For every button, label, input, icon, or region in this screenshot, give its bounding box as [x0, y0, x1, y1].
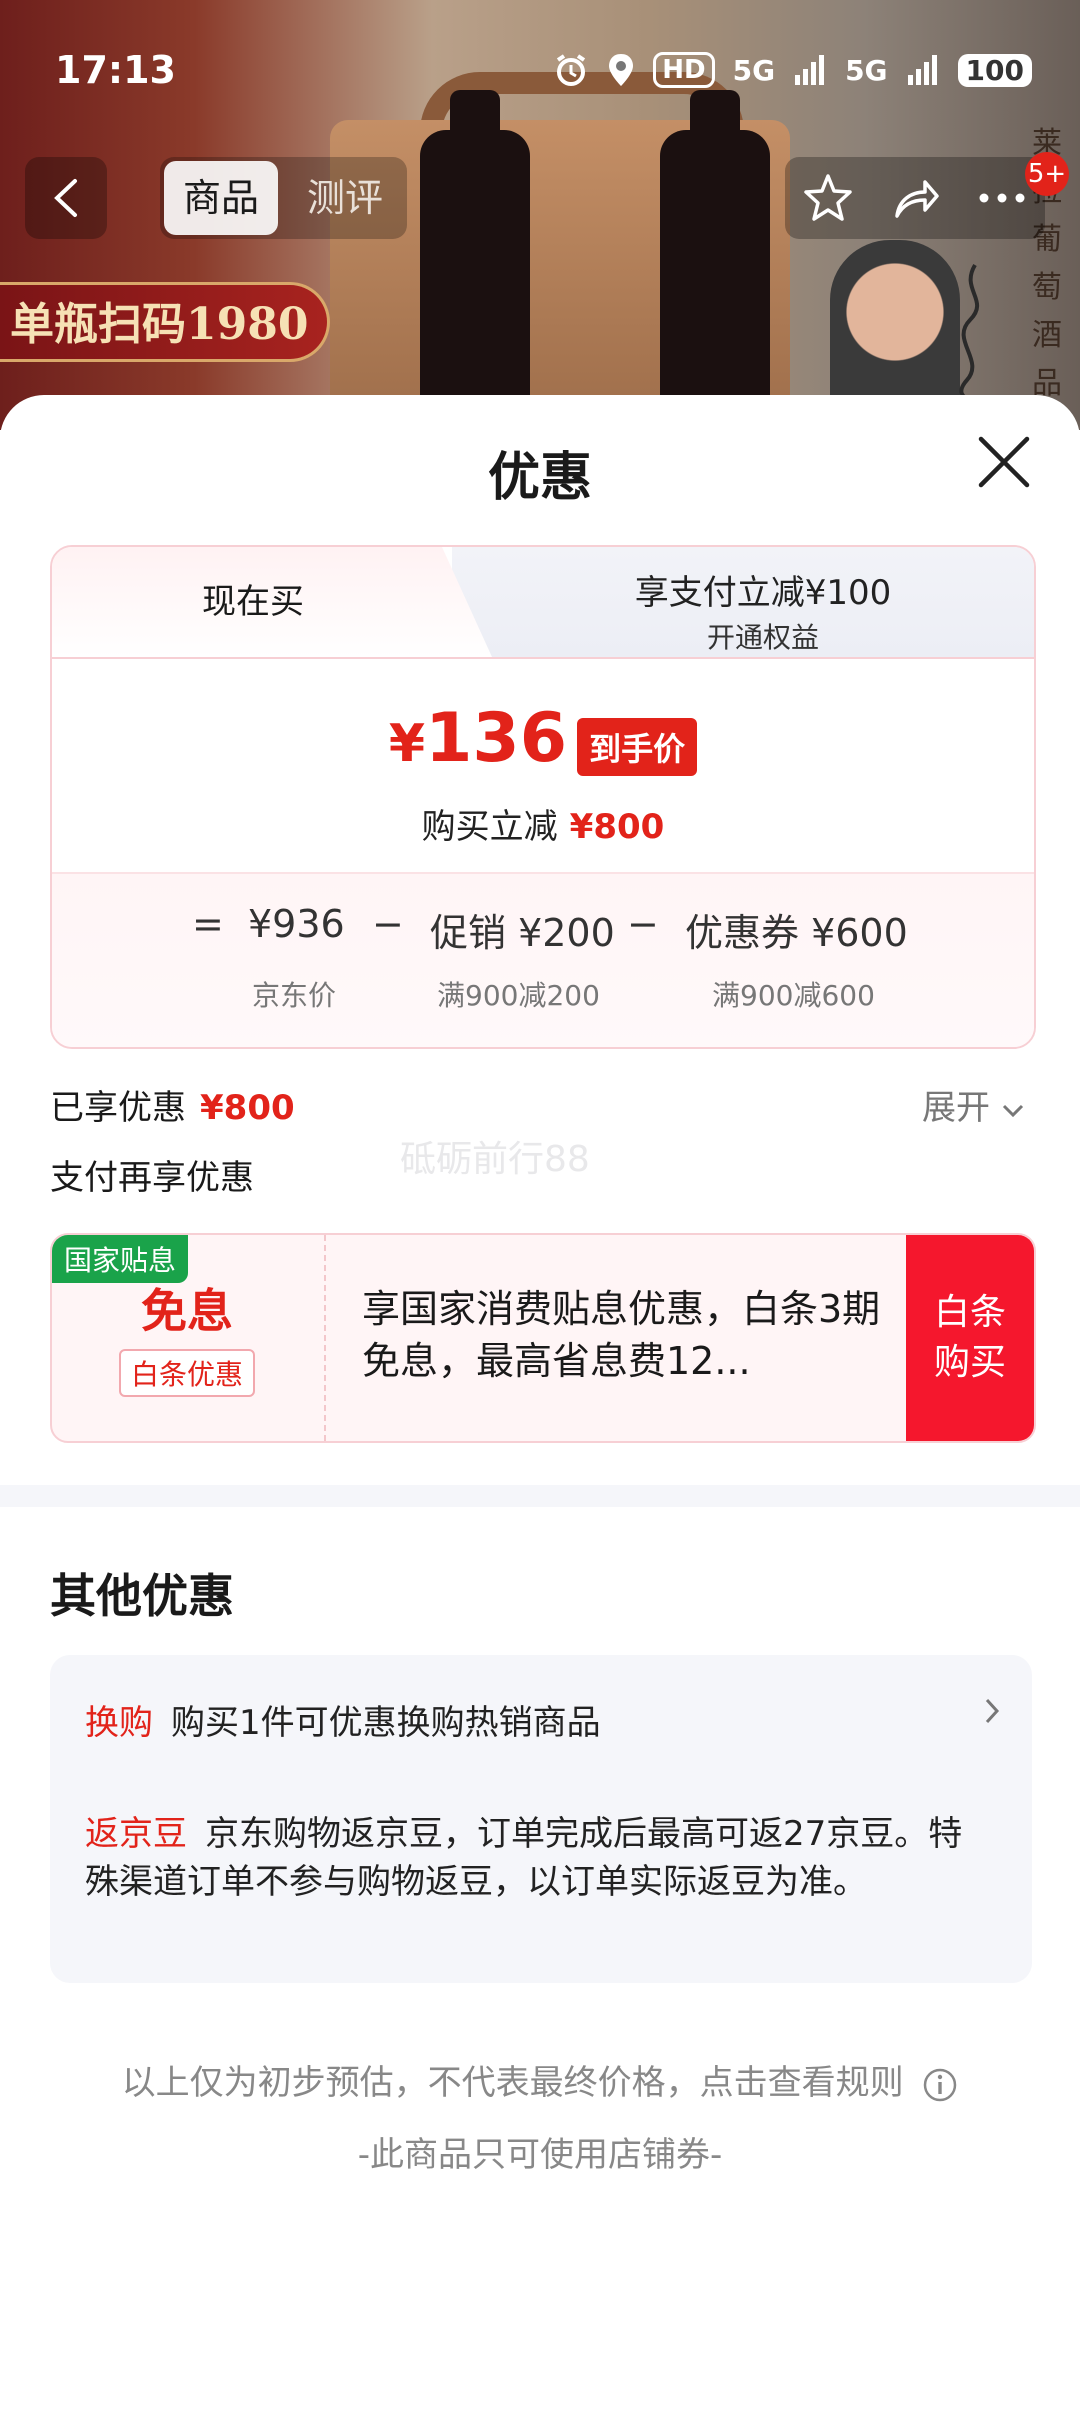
- tab-pay-discount[interactable]: 享支付立减¥100 开通权益: [452, 547, 1034, 657]
- network-5g-2: 5G: [845, 53, 888, 87]
- discount-sheet: 优惠 享支付立减¥100 开通权益 现在买 ¥136 到手价 购买立减 ¥800 =…: [0, 395, 1080, 2412]
- signal-icon: [795, 55, 825, 85]
- location-icon: [609, 54, 634, 86]
- jd-bean-tag: 返京豆: [85, 1814, 187, 1854]
- spokesperson-image: [830, 240, 960, 420]
- disclaimer-text: 以上仅为初步预估，不代表最终价格，点击查看规则: [121, 2063, 904, 2103]
- status-icons: HD 5G 5G 100: [553, 48, 1032, 92]
- tab-review[interactable]: 测评: [290, 161, 400, 235]
- jd-price-label: 京东价: [252, 979, 337, 1012]
- baitiao-buy-button[interactable]: 白条 购买: [906, 1235, 1034, 1441]
- exchange-offer[interactable]: 换购 购买1件可优惠换购热销商品: [85, 1695, 601, 1744]
- price-card: 享支付立减¥100 开通权益 现在买 ¥136 到手价 购买立减 ¥800 = ¥9…: [50, 545, 1036, 1049]
- battery-indicator: 100: [957, 53, 1032, 87]
- promo-rule: 满900减200: [437, 979, 600, 1012]
- coupon-rule: 满900减600: [712, 979, 875, 1012]
- final-price-tag: 到手价: [577, 717, 698, 776]
- page-tabs: 商品 测评: [160, 157, 407, 239]
- other-offers-card: 换购 购买1件可优惠换购热销商品 返京豆 京东购物返京豆，订单完成后最高可返27京豆…: [50, 1655, 1032, 1983]
- jd-bean-offer: 返京豆 京东购物返京豆，订单完成后最高可返27京豆。特殊渠道订单不参与购物返豆，以…: [85, 1810, 985, 1906]
- final-price-area: ¥136 到手价 购买立减 ¥800: [52, 657, 1034, 874]
- wine-bottle: [660, 90, 770, 430]
- price-value: 136: [425, 699, 568, 778]
- promo-discount: 促销 ¥200: [430, 911, 615, 955]
- info-icon: [924, 2068, 957, 2101]
- signal-icon: [907, 55, 937, 85]
- baitiao-offer-tag: 白条优惠: [118, 1349, 255, 1397]
- expand-label: 展开: [922, 1088, 990, 1128]
- calligraphy-signature: [955, 260, 995, 410]
- enjoyed-value: ¥800: [200, 1088, 295, 1128]
- share-icon[interactable]: [889, 172, 941, 224]
- dashed-divider: [324, 1235, 326, 1441]
- tab-pay-discount-title: 享支付立减¥100: [634, 573, 892, 613]
- store-coupon-note: -此商品只可使用店铺券-: [357, 2135, 723, 2175]
- chevron-left-icon: [54, 179, 77, 217]
- tab-product[interactable]: 商品: [164, 161, 278, 235]
- wine-bottle: [420, 90, 530, 430]
- enjoyed-label: 已享优惠: [50, 1088, 186, 1128]
- minus-sign: −: [372, 902, 404, 946]
- promo-banner: 单瓶扫码1980: [0, 282, 330, 362]
- exchange-chevron[interactable]: [984, 1697, 1000, 1729]
- close-icon: [978, 436, 1030, 488]
- exchange-tag: 换购: [85, 1703, 153, 1743]
- price-currency: ¥: [388, 714, 426, 774]
- exchange-text: 购买1件可优惠换购热销商品: [171, 1703, 601, 1743]
- instant-discount: 购买立减 ¥800: [52, 799, 1034, 848]
- instant-discount-label: 购买立减: [421, 807, 558, 847]
- chevron-down-icon: [1002, 1104, 1023, 1118]
- watermark: 砥砺前行88: [400, 1139, 590, 1180]
- jd-bean-text: 京东购物返京豆，订单完成后最高可返27京豆。特殊渠道订单不参与购物返豆，以订单实…: [85, 1814, 963, 1902]
- baitiao-buy-line2: 购买: [933, 1342, 1006, 1383]
- pay-more-title: 支付再享优惠: [50, 1158, 254, 1198]
- section-divider: [0, 1485, 1080, 1507]
- price-breakdown: = ¥936 − 促销 ¥200 − 优惠券 ¥600 京东价 满900减200…: [52, 872, 1034, 1047]
- status-bar: 17:13 HD 5G 5G 100: [0, 0, 1080, 140]
- price-disclaimer[interactable]: 以上仅为初步预估，不代表最终价格，点击查看规则: [0, 2055, 1080, 2104]
- network-5g-1: 5G: [732, 53, 776, 87]
- other-offers-title: 其他优惠: [50, 1569, 234, 1623]
- expand-button[interactable]: 展开: [922, 1080, 1025, 1129]
- alarm-icon: [557, 54, 586, 86]
- back-button[interactable]: [25, 157, 107, 239]
- hd-indicator: HD: [653, 52, 715, 88]
- instant-discount-value: ¥800: [569, 807, 665, 847]
- enjoyed-discount: 已享优惠 ¥800: [50, 1080, 295, 1129]
- tab-pay-discount-sub: 开通权益: [706, 621, 819, 654]
- jd-price: ¥936: [248, 902, 345, 946]
- equals-sign: =: [192, 902, 224, 946]
- tab-buy-now[interactable]: 现在买: [52, 547, 492, 657]
- baitiao-buy-line1: 白条: [933, 1292, 1006, 1333]
- interest-free-block: 免息 白条优惠: [52, 1275, 322, 1397]
- message-badge: 5+: [1025, 152, 1069, 196]
- star-icon[interactable]: [802, 172, 854, 224]
- final-price: ¥136 到手价: [52, 699, 1034, 786]
- sheet-title: 优惠: [487, 448, 592, 508]
- close-button[interactable]: [975, 433, 1033, 491]
- chevron-right-icon: [985, 1698, 1000, 1724]
- clock: 17:13: [55, 48, 176, 92]
- minus-sign: −: [627, 902, 659, 946]
- more-icon[interactable]: [976, 190, 1028, 206]
- interest-free-label: 免息: [141, 1284, 233, 1338]
- coupon-discount: 优惠券 ¥600: [685, 911, 908, 955]
- top-actions: [785, 157, 1045, 239]
- baitiao-card[interactable]: 国家贴息 免息 白条优惠 享国家消费贴息优惠，白条3期免息，最高省息费12...…: [50, 1233, 1036, 1443]
- baitiao-description: 享国家消费贴息优惠，白条3期免息，最高省息费12...: [362, 1287, 881, 1383]
